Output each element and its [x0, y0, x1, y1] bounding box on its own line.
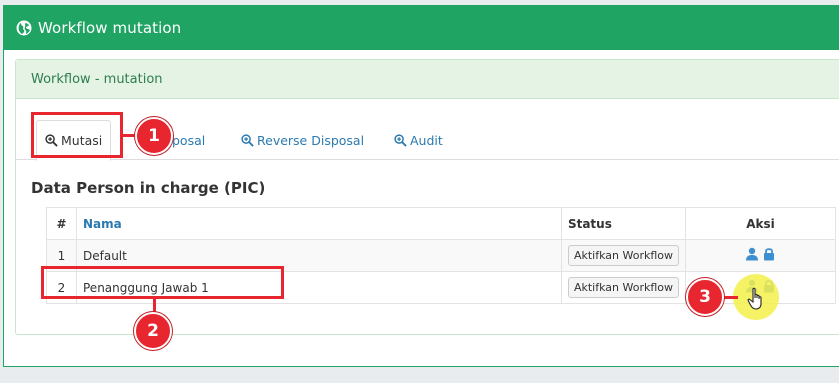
tab-reverse-disposal[interactable]: Reverse Disposal	[241, 120, 364, 160]
panel-heading: Workflow - mutation	[16, 60, 839, 99]
annotation-box-tab	[31, 112, 123, 158]
column-header-aksi: Aksi	[685, 207, 836, 240]
column-header-num: #	[46, 207, 77, 240]
annotation-box-row	[41, 266, 284, 299]
zoom-in-icon	[394, 133, 407, 147]
user-icon[interactable]	[745, 247, 759, 261]
row-actions	[685, 239, 836, 272]
hand-cursor-icon	[747, 287, 762, 310]
annotation-badge-2: 2	[134, 312, 172, 350]
row-status: Aktifkan Workflow	[560, 239, 687, 272]
section-title: Data Person in charge (PIC)	[31, 179, 266, 197]
tab-disposal-label: posal	[172, 132, 206, 148]
tab-audit-label: Audit	[410, 132, 443, 148]
tab-audit[interactable]: Audit	[394, 120, 443, 160]
column-header-nama[interactable]: Nama	[76, 207, 562, 240]
annotation-connector	[722, 296, 738, 299]
tab-disposal[interactable]: posal	[172, 120, 205, 160]
lock-icon[interactable]	[762, 247, 776, 261]
column-header-status: Status	[560, 207, 687, 240]
page-bottom-area	[0, 367, 839, 383]
table-header-row: # Nama Status Aksi	[46, 207, 836, 240]
window-header: Workflow mutation	[4, 6, 839, 50]
annotation-badge-1: 1	[135, 117, 173, 155]
globe-icon	[16, 20, 32, 36]
tab-reverse-disposal-label: Reverse Disposal	[257, 132, 365, 148]
zoom-in-icon	[241, 133, 254, 147]
activate-workflow-button[interactable]: Aktifkan Workflow	[567, 277, 679, 298]
annotation-badge-3: 3	[686, 278, 724, 316]
row-status: Aktifkan Workflow	[560, 271, 687, 304]
window-title: Workflow mutation	[38, 19, 182, 37]
activate-workflow-button[interactable]: Aktifkan Workflow	[567, 245, 679, 266]
